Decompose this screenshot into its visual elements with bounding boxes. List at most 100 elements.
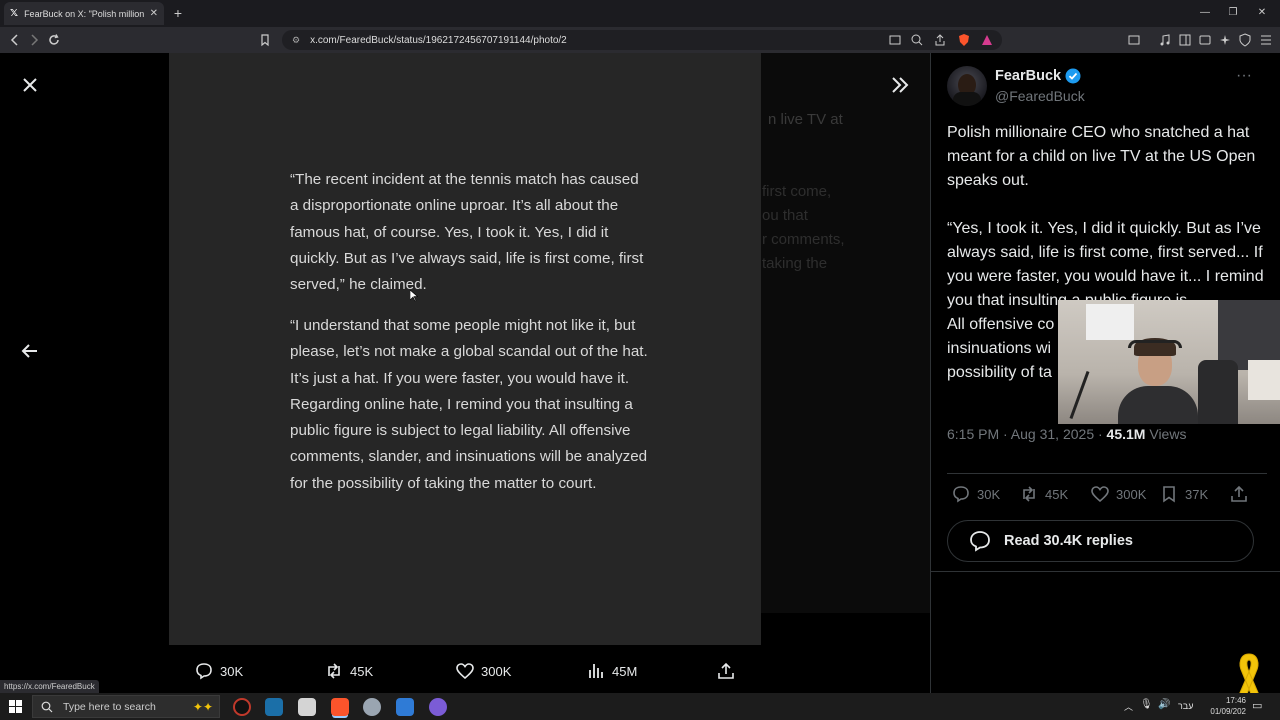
share-icon (1231, 485, 1247, 502)
divider (931, 571, 1280, 572)
obs-app-icon[interactable] (233, 698, 251, 716)
brave-app-icon[interactable] (331, 698, 349, 716)
taskbar-clock[interactable]: 17:46 01/09/202 (1196, 695, 1246, 717)
repost-button[interactable]: 45K (324, 656, 373, 686)
reader-icon[interactable] (888, 33, 902, 47)
heart-icon (1091, 486, 1109, 503)
photo-action-bar: 30K 45K 300K 45M (0, 656, 930, 686)
brave-shield-icon[interactable] (957, 33, 971, 47)
new-tab-button[interactable]: + (170, 5, 186, 21)
dimmed-background-image: n live TV at first come, ou that r comme… (760, 53, 930, 613)
share-icon[interactable] (933, 33, 947, 47)
author-name[interactable]: FearBuck (995, 68, 1081, 84)
window (1086, 304, 1134, 340)
article-photo: “The recent incident at the tennis match… (169, 53, 761, 645)
tweet-reply-count: 30K (977, 486, 1001, 502)
tweet-text-line: Polish millionaire CEO who snatched a ha… (947, 124, 1256, 189)
close-icon[interactable] (18, 73, 42, 97)
author-handle[interactable]: @FearedBuck (995, 88, 1085, 104)
speaker-icon[interactable]: 🔊 (1158, 699, 1170, 710)
taskbar-search[interactable]: Type here to search ✦✦ (32, 695, 220, 718)
vpn-icon[interactable] (1238, 33, 1252, 47)
forward-icon[interactable] (27, 33, 41, 47)
photo-paragraph-2: “I understand that some people might not… (290, 317, 648, 492)
bg-text: first come, (762, 183, 832, 200)
tweet-reply-button[interactable]: 30K (951, 484, 1000, 504)
tab-title: FearBuck on X: "Polish millionai (24, 8, 144, 19)
back-icon[interactable] (8, 33, 22, 47)
language-indicator[interactable]: עבר (1178, 701, 1193, 711)
reply-icon (970, 531, 990, 552)
url-text[interactable]: x.com/FearedBuck/status/1962172456707191… (310, 35, 567, 46)
tweet-like-button[interactable]: 300K (1090, 484, 1146, 504)
tweet-share-button[interactable] (1229, 484, 1249, 504)
tweet-like-count: 300K (1116, 486, 1147, 502)
steam-app-icon[interactable] (265, 698, 283, 716)
music-icon[interactable] (1158, 33, 1172, 47)
photo-viewer: n live TV at first come, ou that r comme… (0, 53, 930, 693)
maximize-icon[interactable]: ❐ (1226, 6, 1240, 20)
shelf (1248, 360, 1280, 400)
site-settings-icon[interactable]: ⚙ (292, 35, 300, 46)
reply-button[interactable]: 30K (194, 656, 243, 686)
microphone-icon[interactable]: 🎙 (1140, 699, 1153, 710)
bg-text: ou that (762, 207, 808, 224)
ai-icon[interactable] (1218, 33, 1232, 47)
mouse-cursor-icon (410, 290, 418, 302)
window-close-icon[interactable]: ✕ (1255, 6, 1269, 20)
share-button[interactable] (716, 656, 736, 686)
share-icon (718, 662, 734, 679)
bg-text: taking the (762, 255, 828, 272)
sidebar-icon[interactable] (1178, 33, 1192, 47)
mic-arm (1069, 370, 1090, 420)
person-body (1118, 386, 1198, 424)
tweet-views-label: Views (1145, 426, 1187, 442)
tweet-timestamp[interactable]: 6:15 PM · Aug 31, 2025 · (947, 426, 1107, 442)
tray-chevron-icon[interactable]: ︿ (1124, 700, 1133, 713)
heart-icon (456, 663, 474, 680)
read-replies-button[interactable]: Read 30.4K replies (947, 520, 1254, 562)
windows-start-icon[interactable] (9, 700, 22, 713)
windows-taskbar: Type here to search ✦✦ ︿ 🎙 🔊 עבר 17:46 0… (0, 693, 1280, 720)
tweet-repost-count: 45K (1045, 486, 1069, 502)
like-button[interactable]: 300K (455, 656, 511, 686)
reply-icon (953, 486, 969, 503)
bookmark-icon[interactable] (258, 33, 272, 47)
repost-icon (328, 663, 340, 679)
search-highlight-icon: ✦✦ (192, 699, 213, 714)
previous-photo-icon[interactable] (18, 339, 42, 363)
tweet-bookmark-button[interactable]: 37K (1159, 484, 1208, 504)
repost-count: 45K (350, 663, 374, 679)
tweet-repost-button[interactable]: 45K (1019, 484, 1068, 504)
avatar[interactable] (947, 66, 987, 106)
reload-icon[interactable] (47, 33, 61, 47)
bg-text: r comments, (762, 231, 845, 248)
minimize-icon[interactable]: — (1198, 6, 1212, 20)
search-placeholder: Type here to search (63, 700, 156, 713)
bg-text: n live TV at (768, 111, 843, 128)
x-logo-icon: 𝕏 (10, 8, 19, 19)
chair (1198, 360, 1238, 424)
notification-icon[interactable]: ▭ (1252, 699, 1262, 712)
clock-date: 01/09/202 (1210, 707, 1246, 716)
more-options-icon[interactable]: ··· (1236, 67, 1256, 87)
views-button[interactable]: 45M (586, 656, 637, 686)
collapse-panel-icon[interactable] (888, 73, 912, 97)
files-app-icon[interactable] (298, 698, 316, 716)
webcam-overlay (1058, 300, 1280, 424)
menu-icon[interactable] (1259, 33, 1273, 47)
app-icon[interactable] (363, 698, 381, 716)
repost-icon (1023, 486, 1035, 502)
wallet-icon[interactable] (1127, 33, 1141, 47)
read-replies-label: Read 30.4K replies (1004, 533, 1133, 549)
brave-rewards-icon[interactable] (980, 33, 994, 47)
browser-nav-bar: ⚙ x.com/FearedBuck/status/19621724567071… (0, 27, 1280, 53)
browser-tab[interactable]: 𝕏 FearBuck on X: "Polish millionai ✕ (4, 2, 164, 25)
zoom-icon[interactable] (910, 33, 924, 47)
tab-close-icon[interactable]: ✕ (150, 8, 158, 19)
reply-count: 30K (220, 663, 244, 679)
app-icon[interactable] (396, 698, 414, 716)
wallet2-icon[interactable] (1198, 33, 1212, 47)
discord-app-icon[interactable] (429, 698, 447, 716)
views-count: 45M (612, 663, 638, 679)
